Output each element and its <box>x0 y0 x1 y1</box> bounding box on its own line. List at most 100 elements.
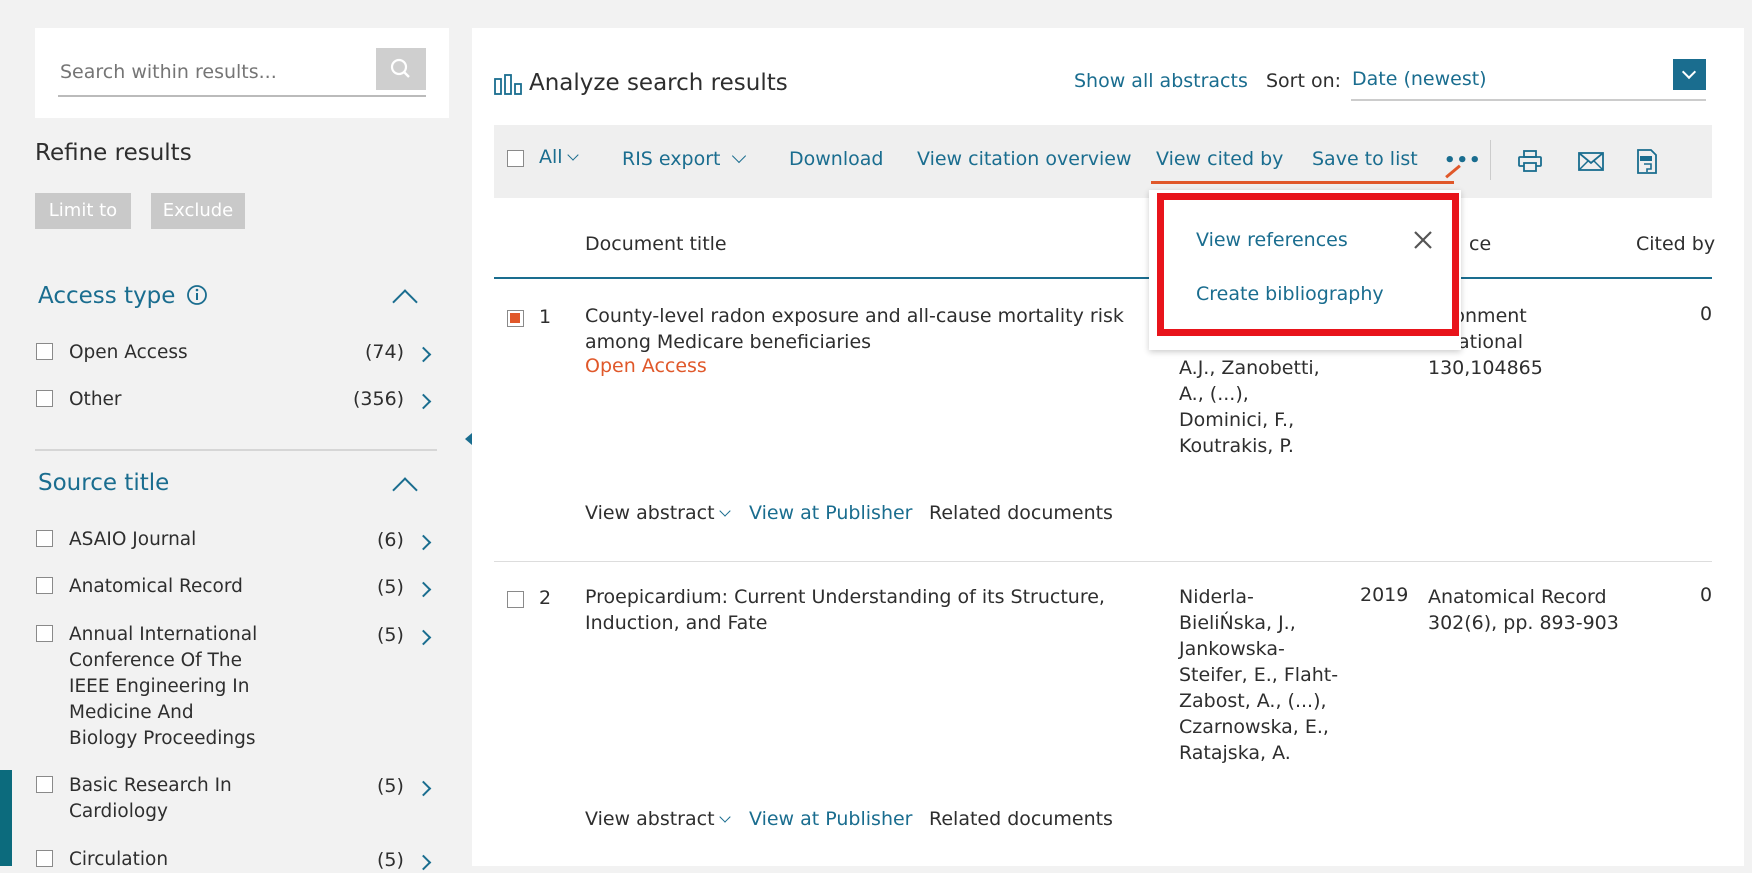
chevron-right-icon[interactable] <box>415 346 432 363</box>
page-edge-decoration <box>0 770 12 866</box>
facet-checkbox-open-access[interactable] <box>36 343 53 360</box>
analyze-results-link[interactable]: Analyze search results <box>529 70 788 96</box>
chevron-right-icon[interactable] <box>415 581 432 598</box>
search-icon <box>390 58 410 78</box>
search-underline <box>58 95 426 97</box>
document-title-link[interactable]: Proepicardium: Current Understanding of … <box>585 584 1105 636</box>
select-all-dropdown[interactable]: All <box>539 146 579 168</box>
access-type-heading[interactable]: Access type <box>38 283 175 309</box>
pdf-icon[interactable] <box>1636 149 1658 174</box>
related-documents-link[interactable]: Related documents <box>929 502 1113 524</box>
facet-label-open-access: Open Access <box>69 342 188 363</box>
facet-checkbox-basic-research[interactable] <box>36 776 53 793</box>
select-all-checkbox[interactable] <box>507 150 524 167</box>
sort-dropdown-button[interactable] <box>1673 59 1706 90</box>
facet-checkbox-other[interactable] <box>36 390 53 407</box>
chevron-down-icon <box>566 149 579 161</box>
save-to-list-link[interactable]: Save to list <box>1312 148 1418 170</box>
facet-checkbox-asaio[interactable] <box>36 530 53 547</box>
view-at-publisher-link[interactable]: View at Publisher <box>749 502 913 524</box>
sort-underline <box>1351 99 1706 101</box>
sidebar: Refine results Limit to Exclude Access t… <box>0 0 479 871</box>
source-line: 130,104865 <box>1428 357 1543 379</box>
chevron-right-icon[interactable] <box>415 393 432 410</box>
facet-label-line: Biology Proceedings <box>69 728 256 749</box>
print-icon[interactable] <box>1517 149 1543 173</box>
facet-label-ieee: Annual International Conference Of The I… <box>69 622 257 752</box>
related-documents-link[interactable]: Related documents <box>929 808 1113 830</box>
view-abstract-link[interactable]: View abstract <box>585 808 731 830</box>
facet-label-line: IEEE Engineering In <box>69 676 250 697</box>
facet-checkbox-circulation[interactable] <box>36 850 53 867</box>
column-header-source[interactable]: ce <box>1469 233 1491 255</box>
chevron-right-icon[interactable] <box>415 854 432 871</box>
author-line[interactable]: Koutrakis, P. <box>1179 433 1320 459</box>
view-citation-overview-link[interactable]: View citation overview <box>917 148 1132 170</box>
author-line[interactable]: A., (...), <box>1179 381 1320 407</box>
source-title-heading[interactable]: Source title <box>38 470 169 496</box>
facet-label-line: Medicine And <box>69 702 194 723</box>
author-line[interactable]: Steifer, E., Flaht- <box>1179 662 1338 688</box>
cited-by-count[interactable]: 0 <box>1700 584 1712 606</box>
download-link[interactable]: Download <box>789 148 883 170</box>
show-all-abstracts-link[interactable]: Show all abstracts <box>1074 70 1248 92</box>
facet-checkbox-anatomical[interactable] <box>36 577 53 594</box>
ris-export-label: RIS export <box>622 148 721 170</box>
facet-count-anatomical: (5) <box>377 576 404 598</box>
author-line[interactable]: Ratajska, A. <box>1179 740 1338 766</box>
analyze-icon[interactable] <box>494 73 524 95</box>
facet-count-other: (356) <box>353 388 405 410</box>
authors: Niderla- BieliŃska, J., Jankowska- Steif… <box>1179 584 1338 766</box>
row-checkbox[interactable] <box>507 591 524 608</box>
authors: A.J., Zanobetti, A., (...), Dominici, F.… <box>1179 355 1320 459</box>
author-line[interactable]: Jankowska- <box>1179 636 1338 662</box>
document-title-link[interactable]: County-level radon exposure and all-caus… <box>585 303 1124 355</box>
author-line[interactable]: Niderla- <box>1179 584 1338 610</box>
info-icon[interactable] <box>186 284 208 306</box>
year: 2019 <box>1360 584 1409 606</box>
view-abstract-label: View abstract <box>585 808 715 830</box>
facet-checkbox-ieee[interactable] <box>36 625 53 642</box>
collapse-access-type-icon[interactable] <box>392 289 418 315</box>
limit-to-button[interactable]: Limit to <box>35 193 131 229</box>
chevron-right-icon[interactable] <box>415 780 432 797</box>
row-divider <box>494 561 1712 562</box>
chevron-right-icon[interactable] <box>415 629 432 646</box>
source-line: 302(6), pp. 893-903 <box>1428 612 1619 634</box>
row-number: 2 <box>539 587 552 609</box>
facet-label-basic-research: Basic Research In Cardiology <box>69 773 232 825</box>
chevron-right-icon[interactable] <box>415 534 432 551</box>
author-line[interactable]: BieliŃska, J., <box>1179 610 1338 636</box>
select-all-label: All <box>539 146 563 168</box>
title-line: Induction, and Fate <box>585 612 768 634</box>
row-checkbox[interactable] <box>507 310 524 327</box>
cited-by-count[interactable]: 0 <box>1700 303 1712 325</box>
search-button[interactable] <box>376 48 426 90</box>
exclude-button[interactable]: Exclude <box>151 193 245 229</box>
column-header-title[interactable]: Document title <box>585 233 727 255</box>
source[interactable]: Anatomical Record 302(6), pp. 893-903 <box>1428 584 1619 636</box>
highlight-box <box>1157 193 1459 336</box>
facet-label-anatomical: Anatomical Record <box>69 576 243 597</box>
author-line[interactable]: A.J., Zanobetti, <box>1179 355 1320 381</box>
facet-count-circulation: (5) <box>377 849 404 871</box>
view-cited-by-link[interactable]: View cited by <box>1156 148 1283 170</box>
collapse-source-title-icon[interactable] <box>392 477 418 503</box>
chevron-down-icon <box>718 505 731 517</box>
ris-export-dropdown[interactable]: RIS export <box>622 148 747 170</box>
header-divider <box>494 277 1712 279</box>
email-icon[interactable] <box>1578 152 1604 171</box>
sort-label: Sort on: <box>1266 70 1342 92</box>
author-line[interactable]: Czarnowska, E., <box>1179 714 1338 740</box>
view-abstract-link[interactable]: View abstract <box>585 502 731 524</box>
author-line[interactable]: Zabost, A., (...), <box>1179 688 1338 714</box>
refine-title: Refine results <box>35 140 192 166</box>
row-number: 1 <box>539 306 552 328</box>
column-header-cited-by[interactable]: Cited by <box>1636 233 1715 255</box>
author-line[interactable]: Dominici, F., <box>1179 407 1320 433</box>
more-options-button[interactable]: ••• <box>1444 150 1482 171</box>
facet-count-open-access: (74) <box>365 341 405 363</box>
view-at-publisher-link[interactable]: View at Publisher <box>749 808 913 830</box>
sort-select[interactable]: Date (newest) <box>1352 68 1487 90</box>
search-input[interactable] <box>58 54 362 90</box>
